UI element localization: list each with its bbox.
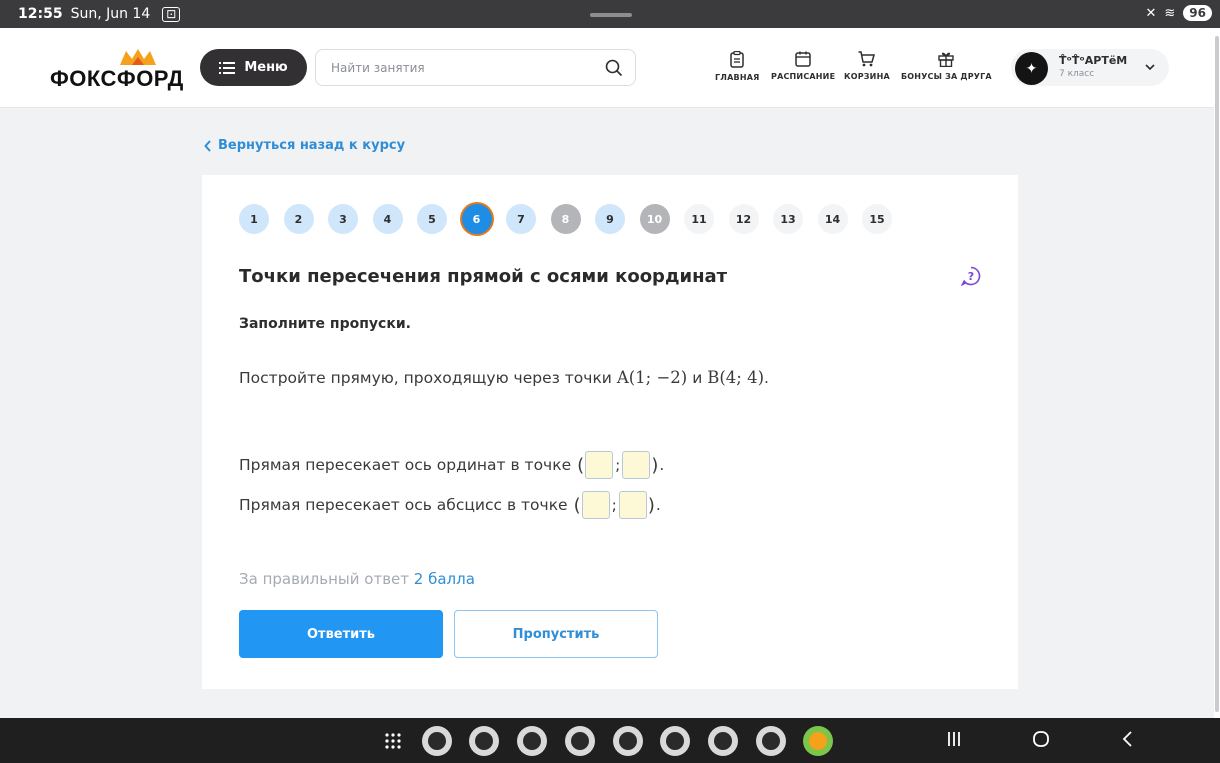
reward-prefix: За правильный ответ [239, 570, 410, 588]
help-question-icon[interactable]: ? [961, 266, 981, 286]
nav-home-label: ГЛАВНАЯ [715, 73, 760, 82]
reward-text: За правильный ответ 2 балла [239, 570, 475, 588]
app-drawer-icon[interactable] [384, 732, 402, 750]
messages-app-icon[interactable] [756, 726, 786, 756]
point-a: A(1; −2) [616, 368, 688, 387]
chevron-down-icon[interactable] [1143, 60, 1157, 74]
task-step-5[interactable]: 5 [417, 204, 447, 234]
menu-list-icon [219, 61, 236, 74]
y-axis-question: Прямая пересекает ось ординат в точке [239, 456, 572, 474]
task-step-10[interactable]: 10 [639, 204, 670, 234]
flower-app-icon[interactable] [469, 726, 499, 756]
nav-schedule[interactable]: РАСПИСАНИЕ [771, 51, 835, 81]
cart-icon [858, 51, 876, 67]
profile-name: T̊ᵒT̊ᵒАРТёМ [1059, 54, 1128, 67]
wifi-icon: ≋ [1164, 5, 1176, 21]
maps-app-icon[interactable] [565, 726, 595, 756]
task-step-9[interactable]: 9 [595, 204, 625, 234]
task-step-13[interactable]: 13 [773, 204, 803, 234]
nav-cart-label: КОРЗИНА [844, 72, 890, 81]
nav-bonus-label: БОНУСЫ ЗА ДРУГА [901, 72, 992, 81]
task-title: Точки пересечения прямой с осями координ… [239, 266, 728, 287]
recents-icon[interactable] [946, 730, 962, 748]
mute-icon: ✕ [1145, 5, 1157, 21]
clipboard-icon [730, 51, 744, 68]
camera-app-icon[interactable] [517, 726, 547, 756]
task-step-7[interactable]: 7 [506, 204, 536, 234]
chrome-app-icon[interactable] [708, 726, 738, 756]
search-icon[interactable] [605, 59, 623, 77]
gift-icon [938, 52, 955, 67]
task-step-3[interactable]: 3 [328, 204, 358, 234]
task-stepper: 1 2 3 4 5 6 7 8 9 10 11 12 13 14 15 [239, 204, 892, 234]
screen-record-icon: ⊡ [162, 6, 181, 22]
task-step-4[interactable]: 4 [372, 204, 403, 234]
search-input[interactable] [331, 60, 605, 75]
calendar-icon [795, 51, 811, 67]
menu-label: Меню [244, 60, 288, 75]
x-axis-x-input[interactable] [581, 491, 610, 519]
settings-app-icon[interactable] [422, 726, 452, 756]
x-axis-y-input[interactable] [618, 491, 647, 519]
nav-schedule-label: РАСПИСАНИЕ [771, 72, 836, 81]
x-axis-intersection-row: Прямая пересекает ось абсцисс в точке ( … [239, 491, 661, 519]
y-axis-intersection-row: Прямая пересекает ось ординат в точке ( … [239, 451, 664, 479]
task-instruction: Заполните пропуски. [239, 316, 411, 332]
task-step-1[interactable]: 1 [239, 204, 269, 234]
site-logo[interactable]: ФОКСФОРД [50, 66, 184, 92]
problem-text: Постройте прямую, проходящую через точки [239, 369, 612, 387]
svg-text:?: ? [968, 270, 974, 283]
battery-badge: 96 [1183, 5, 1212, 21]
avatar[interactable]: ✦ [1015, 52, 1048, 85]
task-step-8[interactable]: 8 [550, 204, 581, 234]
android-taskbar [0, 718, 1220, 763]
problem-conj: и [692, 369, 703, 387]
play-store-app-icon[interactable] [660, 726, 690, 756]
site-header: ФОКСФОРД Меню ГЛАВНАЯ РАСПИС [0, 28, 1214, 108]
x-axis-question: Прямая пересекает ось абсцисс в точке [239, 496, 568, 514]
google-app-icon[interactable] [613, 726, 643, 756]
y-axis-y-input[interactable] [622, 451, 651, 479]
nav-bonus[interactable]: БОНУСЫ ЗА ДРУГА [901, 51, 992, 81]
back-to-course-link[interactable]: Вернуться назад к курсу [204, 138, 405, 153]
reward-points: 2 балла [413, 570, 475, 588]
drag-handle[interactable] [590, 13, 632, 17]
back-icon[interactable] [1122, 730, 1134, 748]
status-bar: 12:55 Sun, Jun 14 ⊡ ✕ ≋ 96 [0, 0, 1220, 28]
owl-app-icon[interactable] [803, 726, 833, 756]
task-step-12[interactable]: 12 [728, 204, 759, 234]
task-step-14[interactable]: 14 [817, 204, 848, 234]
task-step-2[interactable]: 2 [283, 204, 314, 234]
fox-crown-icon [120, 49, 156, 65]
point-b: B(4; 4) [707, 368, 765, 387]
task-step-11[interactable]: 11 [684, 204, 714, 234]
answer-button[interactable]: Ответить [239, 610, 443, 658]
nav-cart[interactable]: КОРЗИНА [844, 51, 890, 81]
scrollbar-thumb[interactable] [1215, 36, 1219, 712]
home-icon[interactable] [1032, 730, 1050, 748]
nav-home[interactable]: ГЛАВНАЯ [715, 51, 759, 82]
back-link-label: Вернуться назад к курсу [218, 138, 406, 153]
status-date: Sun, Jun 14 [70, 6, 151, 22]
task-card: 1 2 3 4 5 6 7 8 9 10 11 12 13 14 15 Точки пересечения … [202, 175, 1018, 689]
y-axis-x-input[interactable] [585, 451, 614, 479]
profile-grade: 7 класс [1059, 69, 1095, 79]
task-step-15[interactable]: 15 [862, 204, 892, 234]
chevron-left-icon [204, 139, 211, 152]
menu-button[interactable]: Меню [200, 49, 307, 86]
status-time: 12:55 [18, 6, 63, 22]
search-box[interactable] [315, 49, 636, 86]
task-step-6[interactable]: 6 [461, 204, 492, 234]
skip-button[interactable]: Пропустить [454, 610, 658, 658]
profile-menu[interactable]: ✦ T̊ᵒT̊ᵒАРТёМ 7 класс [1011, 49, 1169, 86]
page-scrollbar[interactable] [1214, 28, 1220, 718]
problem-statement: Постройте прямую, проходящую через точки… [239, 368, 769, 387]
